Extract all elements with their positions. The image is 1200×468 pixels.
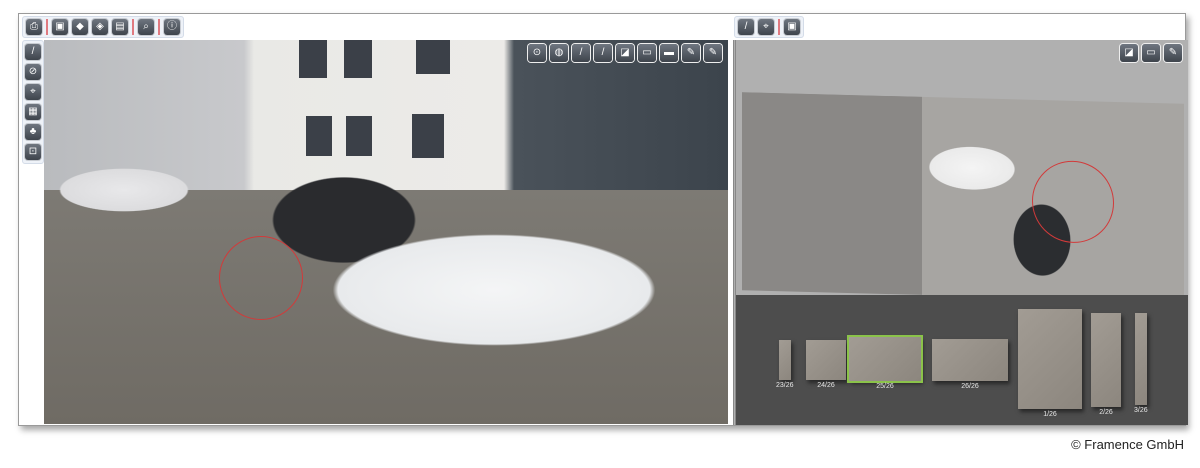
resize-icon[interactable]: ◪ xyxy=(616,44,634,62)
building-window xyxy=(299,40,327,78)
location-marker-icon[interactable]: ⊙ xyxy=(528,44,546,62)
thumbnail-image xyxy=(1091,313,1121,407)
thumbnail-image xyxy=(778,340,791,380)
export-model-icon[interactable]: ◈ xyxy=(92,19,108,35)
zoom-region-icon[interactable]: ⊡ xyxy=(25,144,41,160)
line-icon[interactable]: / xyxy=(572,44,590,62)
edit-panorama-icon[interactable]: ✎ xyxy=(704,44,722,62)
toolbar-separator xyxy=(158,19,160,35)
camera-positions-icon[interactable]: ▦ xyxy=(25,104,41,120)
thumbnail-label: 25/26 xyxy=(876,383,894,390)
thumbnail[interactable]: 23/26 xyxy=(776,340,794,389)
building-window xyxy=(346,116,372,156)
thumbnail-label: 2/26 xyxy=(1099,409,1113,416)
panorama-icon[interactable]: ▬ xyxy=(660,44,678,62)
thumbnail-label: 24/26 xyxy=(817,382,835,389)
image-icon[interactable]: ▭ xyxy=(638,44,656,62)
vertical-toolbar: / ⊘ ⌖ ▦ ♣ ⊡ xyxy=(22,40,44,164)
hide-icon[interactable]: ⊘ xyxy=(25,64,41,80)
export-3d-icon[interactable]: ◆ xyxy=(72,19,88,35)
copyright-text: © Framence GmbH xyxy=(1071,437,1184,452)
building-window xyxy=(306,116,332,156)
map-pin-icon[interactable]: ⌖ xyxy=(25,84,41,100)
search-icon[interactable]: ⌕ xyxy=(138,19,154,35)
thumbnail-strip[interactable]: 23/26 24/26 25/26 26/26 1/26 2/26 3/26 xyxy=(736,295,1188,425)
save-icon[interactable]: ▣ xyxy=(52,19,68,35)
toolbar-separator xyxy=(132,19,134,35)
thumbnail[interactable]: 3/26 xyxy=(1134,313,1148,414)
building-window xyxy=(344,40,372,78)
secondary-toolbar: / ⌖ ▣ xyxy=(734,16,804,38)
thumbnail-label: 26/26 xyxy=(961,383,979,390)
thumbnail[interactable]: 24/26 xyxy=(806,340,846,389)
edit-image-icon[interactable]: ✎ xyxy=(682,44,700,62)
aerial-overlay-toolbar: ◪ ▭ ✎ xyxy=(1120,44,1182,62)
main-toolbar: ⎙ ▣ ◆ ◈ ▤ ⌕ ⓘ xyxy=(22,16,184,38)
thumbnail-image xyxy=(806,340,846,380)
info-icon[interactable]: ⓘ xyxy=(164,19,180,35)
edit-image-icon[interactable]: ✎ xyxy=(1164,44,1182,62)
thumbnail-label: 1/26 xyxy=(1043,411,1057,418)
building-window xyxy=(416,40,450,74)
view-overlay-toolbar: ⊙ ◍ / / ◪ ▭ ▬ ✎ ✎ xyxy=(528,44,722,62)
ruler-icon[interactable]: / xyxy=(25,44,41,60)
terrain-icon[interactable]: ♣ xyxy=(25,124,41,140)
toolbar-separator xyxy=(46,19,48,35)
globe-icon[interactable]: ◍ xyxy=(550,44,568,62)
aerial-photo[interactable] xyxy=(742,92,1184,302)
thumbnail-image xyxy=(847,335,923,383)
thumbnail[interactable]: 1/26 xyxy=(1018,309,1082,418)
red-line-icon[interactable]: / xyxy=(594,44,612,62)
app-window: ⎙ ▣ ◆ ◈ ▤ ⌕ ⓘ / ⊘ ⌖ ▦ ♣ ⊡ ⊙ ◍ / / ◪ ▭ ▬ ✎ ✎ / ⌖ ▣ ◪ ▭ ✎ 23/26 24… xyxy=(18,13,1188,426)
thumbnail-label: 23/26 xyxy=(776,382,794,389)
thumbnail-image xyxy=(1134,313,1147,405)
resize-icon[interactable]: ◪ xyxy=(1120,44,1138,62)
save-icon[interactable]: ▣ xyxy=(784,19,800,35)
image-export-icon[interactable]: ▤ xyxy=(112,19,128,35)
building-window xyxy=(412,114,444,158)
toolbar-separator xyxy=(778,19,780,35)
thumbnail-image xyxy=(1018,309,1082,409)
thumbnail-image xyxy=(932,339,1008,381)
thumbnail[interactable]: 2/26 xyxy=(1091,313,1121,416)
panorama-view[interactable]: ⊙ ◍ / / ◪ ▭ ▬ ✎ ✎ xyxy=(44,40,728,424)
map-pin-icon[interactable]: ⌖ xyxy=(758,19,774,35)
aerial-view[interactable]: ◪ ▭ ✎ 23/26 24/26 25/26 26/26 1/26 2/26 3/26 xyxy=(733,40,1188,425)
measurement-circle xyxy=(1032,159,1114,244)
measurement-circle xyxy=(219,236,303,320)
thumbnail[interactable]: 25/26 xyxy=(847,335,923,390)
thumbnail[interactable]: 26/26 xyxy=(932,339,1008,390)
ruler-icon[interactable]: / xyxy=(738,19,754,35)
image-icon[interactable]: ▭ xyxy=(1142,44,1160,62)
print-icon[interactable]: ⎙ xyxy=(26,19,42,35)
thumbnail-label: 3/26 xyxy=(1134,407,1148,414)
